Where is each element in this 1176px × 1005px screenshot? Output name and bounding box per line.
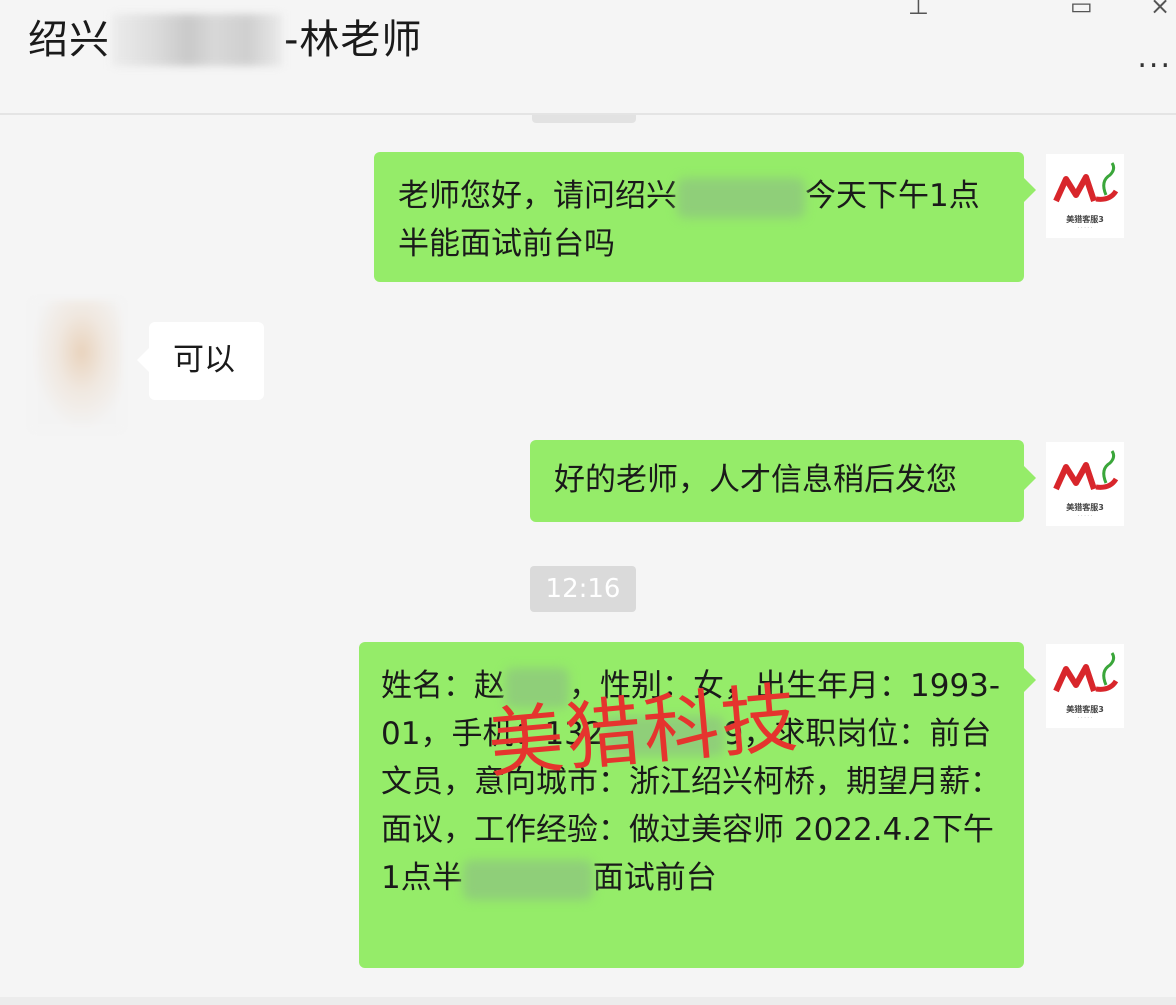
scroll-indicator	[532, 115, 636, 123]
maximize-icon[interactable]: ▭	[1070, 0, 1093, 20]
my-avatar[interactable]: 美猎客服3 · · · · ·	[1046, 154, 1124, 238]
pin-icon[interactable]: ⊥	[908, 0, 929, 20]
avatar-logo-text: 美猎客服3	[1066, 704, 1104, 714]
bottom-divider	[0, 997, 1176, 1005]
blurred-redaction	[677, 177, 805, 218]
message-bubble-outgoing[interactable]: 好的老师，人才信息稍后发您	[530, 440, 1036, 522]
chat-title: 绍兴 -林老师	[28, 14, 422, 66]
chat-header: 绍兴 -林老师 ⊥ ▭ × ...	[0, 0, 1176, 115]
blurred-redaction	[462, 859, 593, 900]
meilie-logo-icon	[1053, 449, 1119, 490]
more-options-button[interactable]: ...	[1137, 40, 1172, 75]
my-avatar[interactable]: 美猎客服3 · · · · ·	[1046, 442, 1124, 526]
avatar-logo-text: 美猎客服3	[1066, 502, 1104, 512]
message-bubble-outgoing[interactable]: 老师您好，请问绍兴 今天下午1点半能面试前台吗	[374, 152, 1036, 282]
message-timestamp: 12:16	[530, 566, 636, 612]
blurred-redaction	[505, 667, 569, 708]
blurred-redaction	[603, 715, 724, 756]
message-text: 姓名：赵	[381, 668, 505, 704]
message-text: 可以	[173, 342, 235, 378]
avatar-logo-subtext: · · · · ·	[1077, 714, 1093, 721]
message-text: 面试前台	[592, 860, 717, 896]
meilie-logo-icon	[1053, 651, 1119, 692]
message-text: 老师您好，请问绍兴	[398, 178, 677, 214]
meilie-logo-icon	[1053, 161, 1119, 202]
message-text: 好的老师，人才信息稍后发您	[554, 462, 957, 498]
blurred-name-redaction	[112, 14, 282, 66]
avatar-logo-subtext: · · · · ·	[1077, 512, 1093, 519]
message-bubble-outgoing-resume[interactable]: 姓名：赵 ，性别：女，出生年月：1993-01，手机：132 9，求职岗位：前台文员…	[359, 642, 1036, 968]
avatar-logo-subtext: · · · · ·	[1077, 224, 1093, 231]
chat-title-prefix: 绍兴	[28, 17, 110, 63]
avatar-logo-text: 美猎客服3	[1066, 214, 1104, 224]
message-bubble-incoming[interactable]: 可以	[137, 322, 264, 400]
contact-avatar[interactable]	[32, 300, 122, 430]
close-icon[interactable]: ×	[1150, 0, 1170, 20]
chat-title-suffix: -林老师	[284, 17, 423, 63]
my-avatar[interactable]: 美猎客服3 · · · · ·	[1046, 644, 1124, 728]
